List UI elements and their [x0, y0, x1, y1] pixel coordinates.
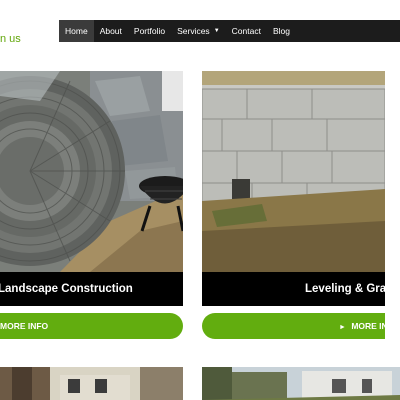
- nav-label: Blog: [272, 26, 290, 36]
- nav-label: Home: [65, 26, 88, 36]
- caret-right-icon: ►: [339, 324, 346, 331]
- main-nav: Home About Portfolio Services ▼ Contact …: [59, 20, 400, 42]
- more-info-button[interactable]: ► MORE INFO: [202, 313, 399, 339]
- nav-item-services[interactable]: Services ▼: [171, 20, 226, 42]
- service-title-text: Landscape Construction: [0, 283, 133, 295]
- caret-down-icon: ▼: [213, 28, 220, 34]
- nav-label: Services: [177, 26, 210, 36]
- nav-label: Portfolio: [133, 26, 166, 36]
- service-title: Landscape Construction: [0, 272, 183, 306]
- paver-patio-image[interactable]: [0, 71, 183, 272]
- nav-label: About: [99, 26, 122, 36]
- nav-item-home[interactable]: Home: [59, 20, 94, 42]
- button-label: MORE INFO: [351, 321, 400, 331]
- nav-item-blog[interactable]: Blog: [267, 20, 296, 42]
- service-title: Leveling & Grac: [202, 272, 385, 306]
- button-label: MORE INFO: [0, 321, 49, 331]
- more-info-button[interactable]: MORE INFO: [0, 313, 183, 339]
- nav-item-contact[interactable]: Contact: [226, 20, 267, 42]
- service-card-image-partial[interactable]: [0, 367, 183, 400]
- brand-text-fragment[interactable]: n us: [0, 32, 21, 46]
- service-title-text: Leveling & Grac: [305, 283, 385, 295]
- nav-label: Contact: [231, 26, 261, 36]
- nav-item-portfolio[interactable]: Portfolio: [128, 20, 171, 42]
- nav-item-about[interactable]: About: [94, 20, 128, 42]
- retaining-wall-image[interactable]: [202, 71, 385, 272]
- service-card-image-partial[interactable]: [202, 367, 400, 400]
